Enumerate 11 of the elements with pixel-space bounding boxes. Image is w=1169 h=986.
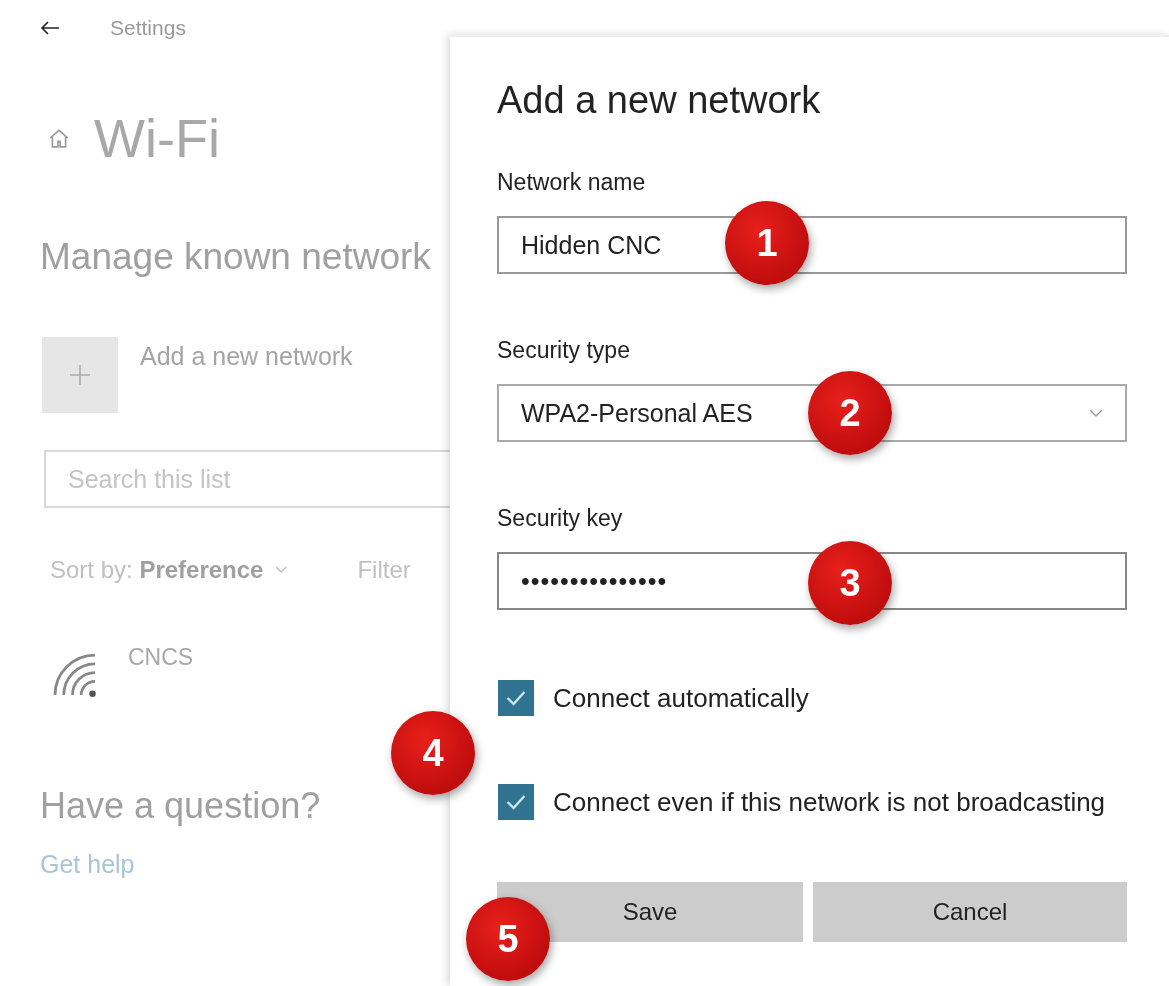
window-title: Settings bbox=[110, 16, 186, 40]
field-label: Network name bbox=[497, 168, 646, 196]
page-title: Wi-Fi bbox=[94, 107, 220, 170]
dialog-title: Add a new network bbox=[497, 78, 821, 123]
field-label: Security type bbox=[497, 336, 630, 364]
section-heading: Manage known network bbox=[40, 235, 431, 279]
checkbox-label: Connect automatically bbox=[553, 682, 809, 714]
field-label: Security key bbox=[497, 504, 623, 532]
help-heading: Have a question? bbox=[40, 784, 321, 828]
number-badge-overlay: 4 bbox=[391, 711, 475, 795]
checkbox-label: Connect even if this network is not broadcasting bbox=[553, 786, 1106, 818]
